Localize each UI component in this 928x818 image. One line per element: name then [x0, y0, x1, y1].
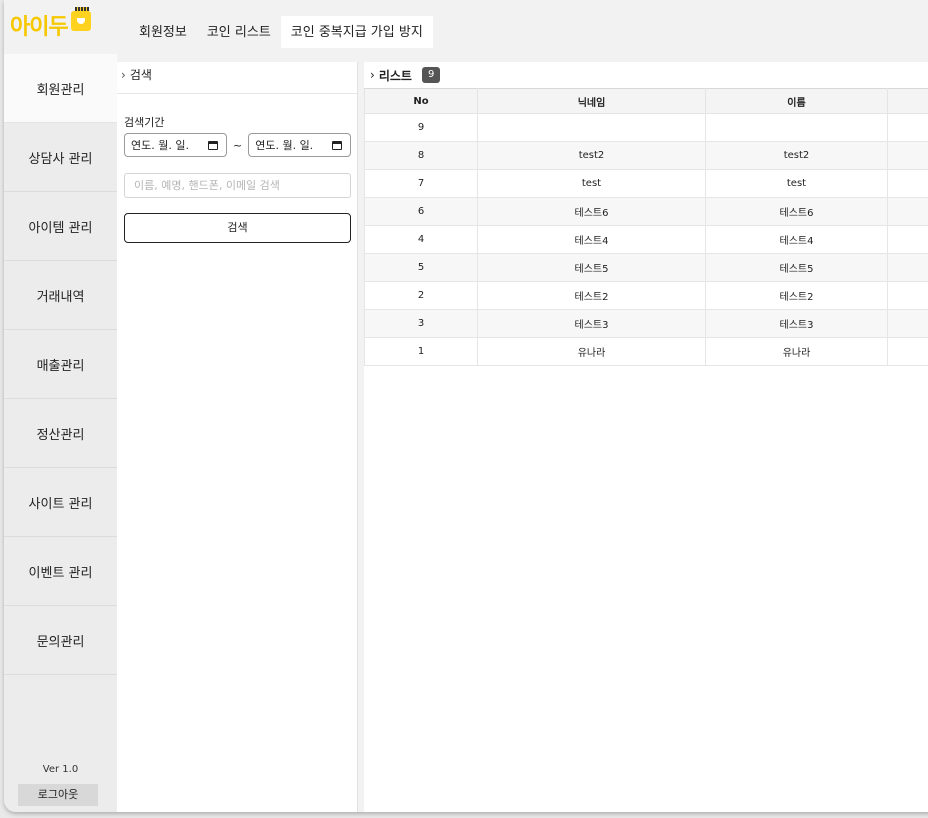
table-cell: test	[705, 169, 888, 198]
list-title: 리스트	[378, 68, 412, 83]
table-cell: 5	[364, 253, 478, 282]
date-from-input[interactable]: 연도. 월. 일.	[124, 133, 227, 157]
calendar-icon[interactable]	[332, 140, 343, 150]
search-input[interactable]: 이름, 예명, 핸드폰, 이메일 검색	[124, 173, 351, 198]
table-row[interactable]: 1 유나라 유나라	[364, 337, 928, 366]
sidebar-item-transactions[interactable]: 거래내역	[4, 261, 117, 330]
sidebar-item-counselors[interactable]: 상담사 관리	[4, 123, 117, 192]
table-cell: 유나라	[477, 337, 706, 366]
table-cell: 3	[364, 309, 478, 338]
logo-mascot-icon	[70, 7, 91, 31]
table-row[interactable]: 4 테스트4 테스트4	[364, 225, 928, 254]
table-cell: 유나라	[705, 337, 888, 366]
table-cell: 테스트4	[477, 225, 706, 254]
table-cell: 2	[364, 281, 478, 310]
table-row[interactable]: 2 테스트2 테스트2	[364, 281, 928, 310]
table-cell: 8	[364, 141, 478, 170]
tab-bar: 회원정보 코인 리스트 코인 중복지급 가입 방지	[129, 16, 433, 48]
date-to-value: 연도. 월. 일.	[255, 139, 314, 152]
chevron-right-icon: ›	[121, 68, 126, 82]
table-cell: 테스트5	[477, 253, 706, 282]
table-cell: 테스트2	[705, 281, 888, 310]
search-panel-header: › 검색	[117, 62, 357, 94]
table-cell: 테스트6	[477, 197, 706, 226]
table-row[interactable]: 3 테스트3 테스트3	[364, 309, 928, 338]
list-panel-header: › 리스트 9	[364, 62, 928, 88]
table-cell	[887, 141, 928, 170]
table-cell: test2	[477, 141, 706, 170]
table-cell	[887, 281, 928, 310]
date-range: 연도. 월. 일. ~ 연도. 월. 일.	[124, 133, 352, 157]
table-cell: 4	[364, 225, 478, 254]
table-cell: 테스트3	[705, 309, 888, 338]
column-header-nickname[interactable]: 닉네임	[477, 88, 706, 114]
sidebar-item-site[interactable]: 사이트 관리	[4, 468, 117, 537]
table-row[interactable]: 6 테스트6 테스트6	[364, 197, 928, 226]
date-to-input[interactable]: 연도. 월. 일.	[248, 133, 352, 157]
app-window: 아이두 회원정보 코인 리스트 코인 중복지급 가입 방지 회원관리 상담사 관…	[4, 0, 928, 812]
table-cell	[705, 113, 888, 142]
sidebar: 회원관리 상담사 관리 아이템 관리 거래내역 매출관리 정산관리 사이트 관리…	[4, 54, 117, 812]
table-cell	[887, 337, 928, 366]
table-cell: 9	[364, 113, 478, 142]
table-row[interactable]: 5 테스트5 테스트5	[364, 253, 928, 282]
table-cell: 테스트4	[705, 225, 888, 254]
date-range-separator: ~	[233, 138, 243, 152]
search-period-label: 검색기간	[124, 116, 165, 129]
search-panel-title: 검색	[129, 68, 152, 82]
search-panel: › 검색 검색기간 연도. 월. 일. ~ 연도. 월. 일. 이름, 예명, 핸…	[117, 62, 358, 812]
logout-button[interactable]: 로그아웃	[18, 784, 98, 806]
sidebar-item-members[interactable]: 회원관리	[4, 54, 117, 123]
table-row[interactable]: 7 test test	[364, 169, 928, 198]
table-cell: 6	[364, 197, 478, 226]
top-bar: 아이두 회원정보 코인 리스트 코인 중복지급 가입 방지	[4, 0, 928, 48]
count-badge: 9	[421, 67, 441, 83]
calendar-icon[interactable]	[208, 140, 218, 150]
sidebar-item-settlement[interactable]: 정산관리	[4, 399, 117, 468]
sidebar-item-items[interactable]: 아이템 관리	[4, 192, 117, 261]
column-header-name[interactable]: 이름	[705, 88, 888, 114]
table-cell: 테스트5	[705, 253, 888, 282]
table-cell	[887, 309, 928, 338]
sidebar-item-events[interactable]: 이벤트 관리	[4, 537, 117, 606]
table-cell: test2	[705, 141, 888, 170]
column-header-no[interactable]: No	[364, 88, 478, 114]
tab-member-info[interactable]: 회원정보	[129, 16, 197, 48]
table-row[interactable]: 8 test2 test2	[364, 141, 928, 170]
chevron-right-icon: ›	[370, 68, 375, 82]
table-cell	[887, 169, 928, 198]
table-cell	[887, 253, 928, 282]
table-cell	[887, 225, 928, 254]
column-header-extra[interactable]	[887, 88, 928, 114]
table-body: 9 8 test2 test2 7 test test 6 테스트6 테스트6 4 테스트4 테스트4 5…	[364, 113, 928, 366]
logo-text: 아이두	[10, 15, 69, 40]
table-cell	[887, 197, 928, 226]
table-cell: 테스트2	[477, 281, 706, 310]
table-cell: 테스트3	[477, 309, 706, 338]
list-panel: › 리스트 9 No 닉네임 이름 9 8 test2 test2 7 test test 6…	[364, 62, 928, 812]
table-cell: 1	[364, 337, 478, 366]
member-table: No 닉네임 이름 9 8 test2 test2 7 test test 6 테스트6 테스트6…	[364, 88, 928, 366]
tab-coin-duplicate-prevention[interactable]: 코인 중복지급 가입 방지	[280, 16, 433, 48]
search-button[interactable]: 검색	[124, 213, 351, 243]
date-from-value: 연도. 월. 일.	[131, 139, 189, 152]
table-header-row: No 닉네임 이름	[364, 88, 928, 114]
sidebar-item-sales[interactable]: 매출관리	[4, 330, 117, 399]
table-cell: test	[477, 169, 706, 198]
table-cell	[887, 113, 928, 142]
tab-coin-list[interactable]: 코인 리스트	[197, 16, 281, 48]
version-label: Ver 1.0	[42, 764, 79, 775]
sidebar-item-inquiries[interactable]: 문의관리	[4, 606, 117, 675]
table-row[interactable]: 9	[364, 113, 928, 142]
table-cell: 테스트6	[705, 197, 888, 226]
table-cell	[477, 113, 706, 142]
table-cell: 7	[364, 169, 478, 198]
logo[interactable]: 아이두	[10, 7, 91, 40]
